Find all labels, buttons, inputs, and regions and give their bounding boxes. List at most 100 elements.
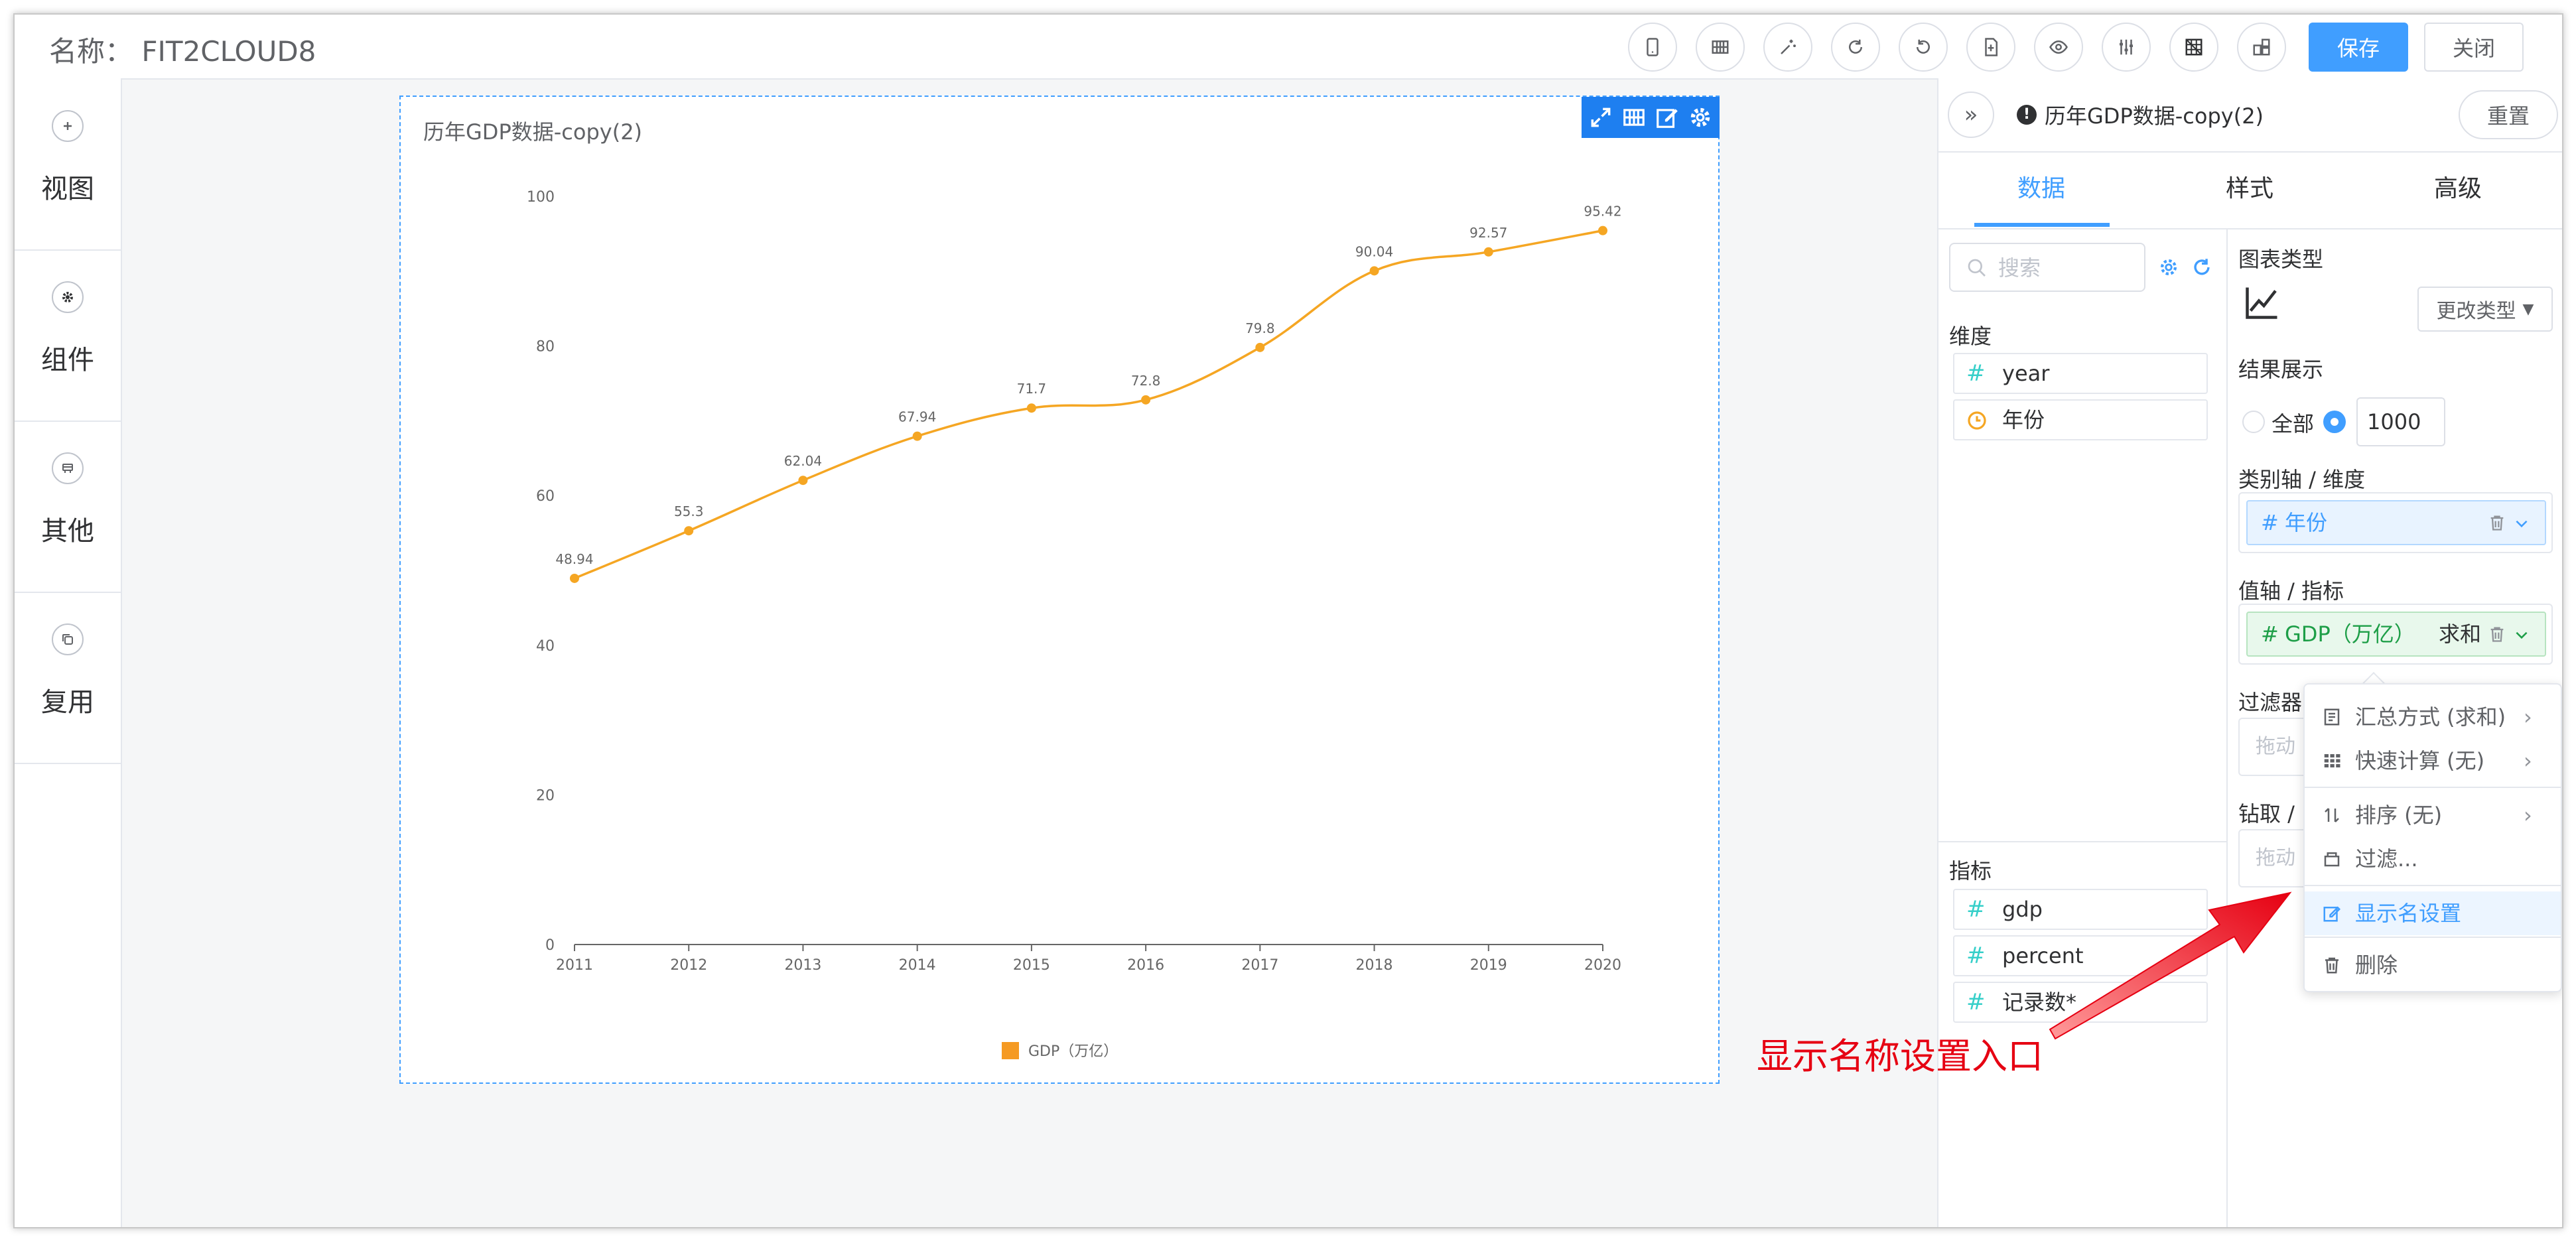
refresh-icon	[1849, 39, 1862, 54]
collapse-button[interactable]: »	[1948, 92, 1994, 138]
x-tick-label: 2013	[784, 957, 821, 974]
hide-grid-icon	[2185, 38, 2203, 56]
result-all-radio[interactable]	[2242, 411, 2265, 433]
field-context-menu: 汇总方式 (求和) › 快速计算 (无) › 排序 (无) › 过滤... 显示…	[2303, 683, 2562, 992]
metric-field-percent[interactable]: # percent	[1953, 935, 2208, 976]
field-label: year	[2002, 361, 2050, 386]
sidebar-item-view[interactable]: 视图	[15, 78, 121, 251]
dimension-field-year[interactable]: # year	[1953, 353, 2208, 394]
sidebar-item-other[interactable]: 其他	[15, 421, 121, 593]
data-label: 62.04	[784, 453, 822, 469]
metric-field-record-count[interactable]: # 记录数*	[1953, 982, 2208, 1023]
data-point[interactable]	[1026, 403, 1036, 413]
y-tick-label: 60	[536, 488, 555, 505]
data-point[interactable]	[1255, 342, 1265, 352]
summary-icon	[2324, 708, 2340, 726]
x-tick-label: 2012	[670, 957, 707, 974]
caret-down-icon: ▼	[2522, 300, 2534, 318]
filter-settings-button[interactable]	[2102, 23, 2151, 72]
menu-item-label: 汇总方式 (求和)	[2355, 704, 2506, 730]
dimension-field-year-cn[interactable]: 年份	[1953, 399, 2208, 440]
mobile-layout-button[interactable]	[1628, 23, 1677, 72]
copy-icon	[52, 623, 84, 655]
undo-icon	[1917, 39, 1930, 54]
chevron-down-icon[interactable]	[2513, 626, 2530, 643]
field-label: GDP（万亿）	[2285, 621, 2415, 647]
x-tick-label: 2015	[1013, 957, 1050, 974]
quick-calc-icon	[2324, 754, 2340, 767]
menu-item-delete[interactable]: 删除	[2305, 943, 2561, 987]
rename-icon	[2323, 906, 2341, 922]
data-point[interactable]	[1598, 226, 1607, 235]
data-point[interactable]	[1483, 247, 1493, 257]
chevron-down-icon[interactable]	[2513, 515, 2530, 532]
field-settings-icon[interactable]	[2157, 256, 2180, 279]
divider	[1938, 841, 2226, 842]
tab-data[interactable]: 数据	[1938, 151, 2144, 227]
menu-item-display-name[interactable]: 显示名设置	[2305, 891, 2561, 935]
hash-icon: #	[1966, 896, 1986, 923]
data-point[interactable]	[1141, 395, 1151, 405]
grid-button[interactable]	[1696, 23, 1745, 72]
undo-button[interactable]	[1899, 23, 1948, 72]
export-button[interactable]	[1966, 23, 2015, 72]
chart-component[interactable]: 历年GDP数据-copy(2) 0 20 40 60 80 100 2011 2012 201…	[399, 96, 1720, 1084]
value-axis-field-tag[interactable]: # GDP（万亿） 求和	[2246, 612, 2546, 657]
x-tick-label: 2019	[1470, 957, 1507, 974]
menu-item-summary[interactable]: 汇总方式 (求和) ›	[2305, 695, 2561, 739]
layout-button[interactable]	[2237, 23, 2286, 72]
plus-circle-icon	[52, 110, 84, 142]
close-button[interactable]: 关闭	[2424, 23, 2524, 72]
grid-icon	[1712, 40, 1729, 54]
field-label: 记录数*	[2002, 990, 2077, 1015]
page-title: 名称： FIT2CLOUD8	[49, 29, 316, 70]
x-tick-label: 2016	[1127, 957, 1164, 974]
filter-settings-icon	[2120, 39, 2133, 55]
hash-icon: #	[1966, 989, 1986, 1015]
metric-field-gdp[interactable]: # gdp	[1953, 889, 2208, 930]
config-header: » ! 历年GDP数据-copy(2) 重置	[1938, 78, 2562, 153]
annotation-text: 显示名称设置入口	[1757, 1035, 2043, 1077]
menu-item-filter[interactable]: 过滤...	[2305, 837, 2561, 881]
search-input[interactable]	[1997, 251, 2139, 285]
hide-grid-button[interactable]	[2169, 23, 2218, 72]
refresh-fields-icon[interactable]	[2191, 256, 2213, 279]
redo-button[interactable]	[1831, 23, 1880, 72]
preview-button[interactable]	[2034, 23, 2083, 72]
dimensions-title: 维度	[1949, 324, 1992, 349]
magic-button[interactable]	[1763, 23, 1812, 72]
config-chart-name: 历年GDP数据-copy(2)	[2045, 103, 2264, 129]
delete-icon[interactable]	[2488, 513, 2506, 532]
tab-style[interactable]: 样式	[2147, 151, 2352, 227]
category-axis-field-tag[interactable]: # 年份	[2246, 500, 2546, 545]
field-search[interactable]	[1949, 243, 2145, 292]
data-point[interactable]	[1369, 266, 1379, 276]
aggregation-label: 求和	[2439, 621, 2482, 647]
line-chart-type-icon	[2246, 287, 2277, 319]
delete-icon[interactable]	[2488, 625, 2506, 643]
sidebar-item-component[interactable]: 组件	[15, 249, 121, 422]
chart-type-label: 图表类型	[2238, 247, 2324, 272]
sidebar-item-label: 组件	[41, 345, 94, 375]
result-limit-radio[interactable]	[2323, 411, 2346, 433]
data-point[interactable]	[684, 526, 694, 536]
data-label: 72.8	[1131, 373, 1161, 389]
clock-icon	[1968, 411, 1986, 430]
sidebar-item-reuse[interactable]: 复用	[15, 592, 121, 764]
mobile-icon	[1647, 38, 1659, 56]
metrics-title: 指标	[1949, 858, 1992, 883]
data-point[interactable]	[570, 573, 579, 583]
data-point[interactable]	[798, 476, 808, 486]
data-point[interactable]	[912, 431, 922, 441]
change-type-button[interactable]: 更改类型 ▼	[2417, 287, 2553, 332]
sidebar-item-label: 其他	[41, 516, 94, 547]
y-tick-label: 0	[545, 937, 555, 954]
menu-item-label: 快速计算 (无)	[2355, 748, 2485, 773]
change-type-label: 更改类型	[2436, 300, 2516, 323]
reset-button[interactable]: 重置	[2459, 90, 2558, 139]
menu-item-quick-calc[interactable]: 快速计算 (无) ›	[2305, 739, 2561, 783]
tab-advanced[interactable]: 高级	[2355, 151, 2561, 227]
result-limit-input[interactable]: 1000	[2356, 397, 2445, 446]
save-button[interactable]: 保存	[2309, 23, 2408, 72]
menu-item-sort[interactable]: 排序 (无) ›	[2305, 793, 2561, 837]
